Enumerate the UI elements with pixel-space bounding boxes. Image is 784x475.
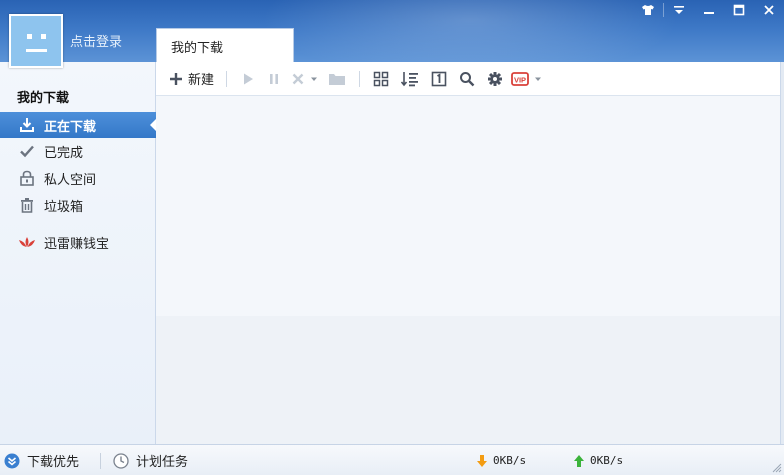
search-icon <box>460 71 475 86</box>
login-link[interactable]: 点击登录 <box>70 31 122 50</box>
sidebar-item-earn-money[interactable]: 迅雷赚钱宝 <box>0 229 156 255</box>
maximize-button[interactable] <box>724 0 754 20</box>
vip-button[interactable]: VIP <box>508 67 546 91</box>
smiley-face-icon <box>26 34 47 52</box>
view-mode-button[interactable] <box>368 67 394 91</box>
checkmark-icon <box>18 142 36 160</box>
trash-icon <box>18 196 36 214</box>
upload-speed-value: 0KB/s <box>590 454 624 467</box>
download-speed: 0KB/s <box>476 445 526 475</box>
sidebar-item-trash[interactable]: 垃圾箱 <box>0 192 156 218</box>
sidebar: 我的下载 正在下载 已完成 私人空间 垃圾箱 迅雷赚钱宝 <box>0 62 157 444</box>
clock-icon <box>113 452 129 469</box>
toolbar-divider <box>359 70 360 87</box>
sidebar-item-label: 私人空间 <box>44 172 97 188</box>
settings-button[interactable] <box>482 67 508 91</box>
down-arrow-icon <box>477 454 487 467</box>
upload-speed: 0KB/s <box>573 445 623 475</box>
status-bar: 下载优先 计划任务 0KB/s 0KB/s <box>0 444 784 475</box>
chevron-down-icon <box>535 77 541 81</box>
download-speed-value: 0KB/s <box>493 454 527 467</box>
plus-icon <box>170 72 182 85</box>
sidebar-item-label: 迅雷赚钱宝 <box>44 236 110 252</box>
download-priority-button[interactable]: 下载优先 <box>4 445 79 475</box>
toolbar: 新建 VIP <box>156 62 780 96</box>
scheduled-tasks-label: 计划任务 <box>136 455 189 470</box>
maximize-icon <box>733 4 745 16</box>
sidebar-item-completed[interactable]: 已完成 <box>0 138 156 164</box>
vip-text: VIP <box>514 75 526 84</box>
sidebar-item-label: 垃圾箱 <box>44 199 84 215</box>
folder-icon <box>329 73 345 85</box>
delete-button[interactable] <box>287 67 323 91</box>
header-sheen <box>260 0 680 62</box>
menu-button[interactable] <box>664 0 694 20</box>
tab-label: 我的下载 <box>171 41 224 56</box>
sidebar-item-label: 正在下载 <box>44 119 97 135</box>
sort-button[interactable] <box>394 67 426 91</box>
download-icon <box>18 116 36 134</box>
list-lower-band <box>156 316 780 444</box>
resize-grip-icon[interactable] <box>772 463 782 473</box>
avatar[interactable] <box>9 14 63 68</box>
minimize-button[interactable] <box>694 0 724 20</box>
sidebar-item-downloading[interactable]: 正在下载 <box>0 112 157 138</box>
close-button[interactable] <box>754 0 784 20</box>
download-priority-icon <box>4 453 20 468</box>
scheduled-tasks-button[interactable]: 计划任务 <box>113 445 188 475</box>
delete-x-icon <box>292 73 304 84</box>
sidebar-item-private-space[interactable]: 私人空间 <box>0 165 156 191</box>
status-divider <box>100 453 101 469</box>
sort-list-icon <box>401 71 418 86</box>
chevron-down-icon <box>311 77 317 81</box>
sidebar-item-label: 已完成 <box>44 145 84 161</box>
window-controls <box>633 0 784 20</box>
up-arrow-icon <box>574 454 584 467</box>
gear-icon <box>488 71 502 86</box>
minimize-icon <box>704 12 714 14</box>
pause-icon <box>270 73 278 84</box>
number-one-box-icon <box>431 71 447 86</box>
menu-dropdown-icon <box>674 6 684 14</box>
sidebar-title: 我的下载 <box>17 91 70 106</box>
open-folder-button[interactable] <box>323 67 351 91</box>
pause-button[interactable] <box>261 67 287 91</box>
lock-icon <box>18 169 36 187</box>
new-task-button[interactable]: 新建 <box>168 67 218 91</box>
vip-icon: VIP <box>511 71 529 86</box>
tab-my-downloads[interactable]: 我的下载 <box>156 28 294 62</box>
download-priority-label: 下载优先 <box>27 455 80 470</box>
new-task-label: 新建 <box>188 73 215 88</box>
download-list-area[interactable]: 新建 VIP <box>156 62 780 444</box>
start-button[interactable] <box>235 67 261 91</box>
play-icon <box>244 73 253 84</box>
toolbar-divider <box>226 70 227 87</box>
single-task-button[interactable] <box>426 67 452 91</box>
grid-view-icon <box>373 71 389 86</box>
window-right-border <box>780 62 784 444</box>
search-button[interactable] <box>452 67 482 91</box>
close-icon <box>764 5 774 15</box>
skin-button[interactable] <box>633 0 663 20</box>
lotus-icon <box>18 233 36 251</box>
shirt-icon <box>642 5 654 15</box>
